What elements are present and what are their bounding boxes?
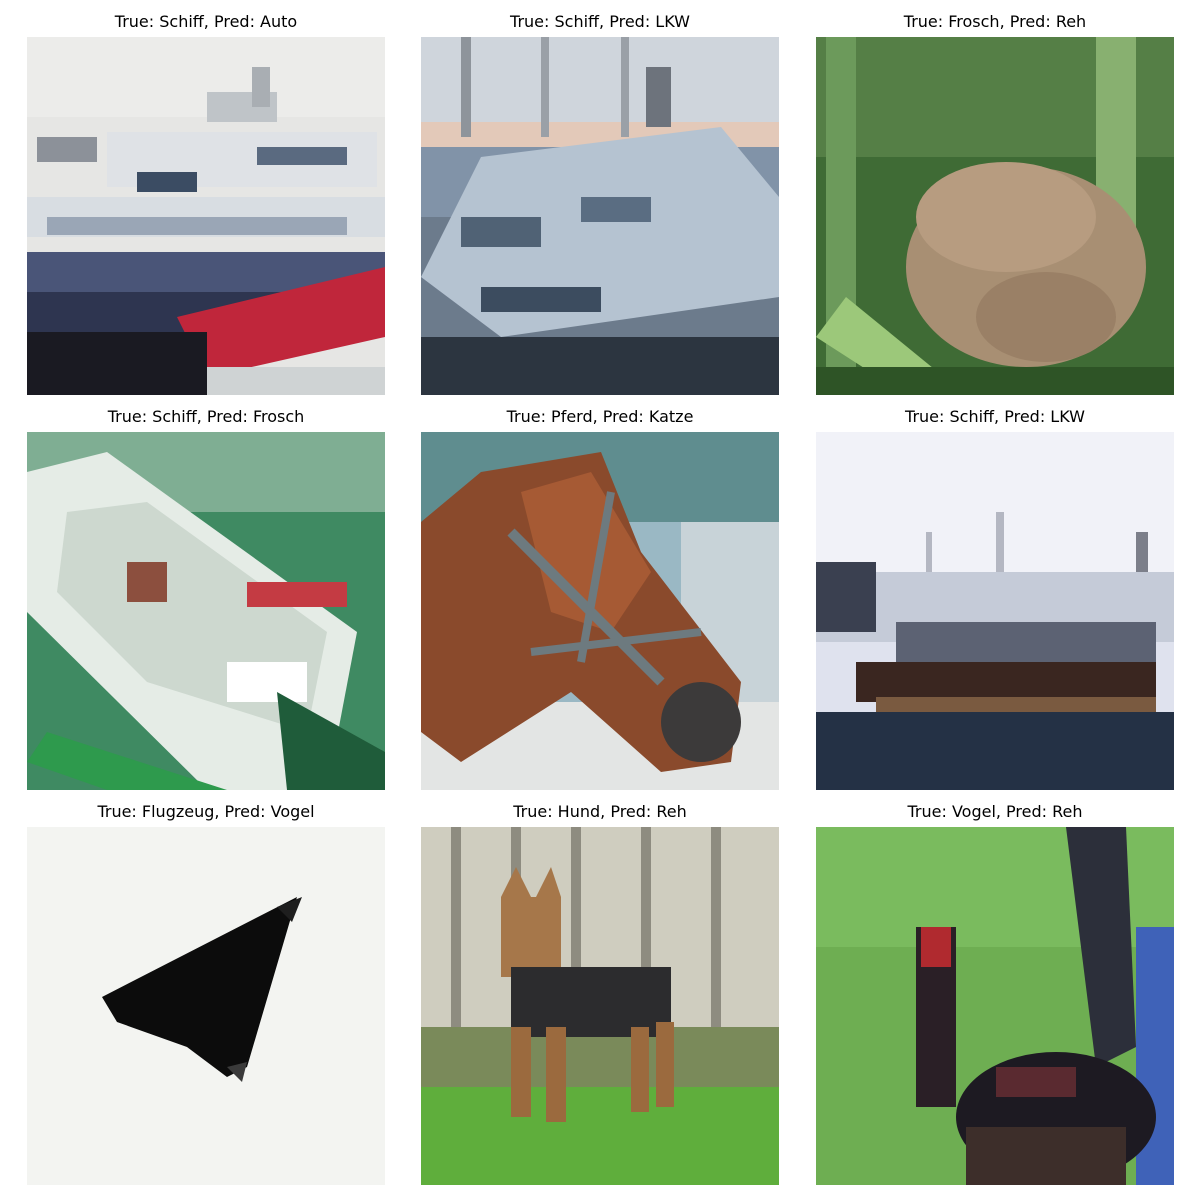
cell-title: True: Schiff, Pred: LKW: [510, 12, 690, 31]
cell-title: True: Schiff, Pred: LKW: [905, 407, 1085, 426]
cell-title: True: Schiff, Pred: Frosch: [107, 407, 305, 426]
ship-photo-icon: [27, 37, 385, 395]
cell-title: True: Hund, Pred: Reh: [513, 802, 687, 821]
dog-photo-icon: [421, 827, 779, 1185]
ship-photo-icon: [27, 432, 385, 790]
frog-photo-icon: [816, 37, 1174, 395]
bird-photo-icon: [816, 827, 1174, 1185]
horse-photo-icon: [421, 432, 779, 790]
cell-title: True: Frosch, Pred: Reh: [903, 12, 1087, 31]
airplane-photo-icon: [27, 827, 385, 1185]
cell-title: True: Schiff, Pred: Auto: [114, 12, 298, 31]
cell-title: True: Flugzeug, Pred: Vogel: [97, 802, 315, 821]
cell-title: True: Pferd, Pred: Katze: [506, 407, 694, 426]
ship-photo-icon: [421, 37, 779, 395]
cell-title: True: Vogel, Pred: Reh: [907, 802, 1083, 821]
ship-photo-icon: [816, 432, 1174, 790]
